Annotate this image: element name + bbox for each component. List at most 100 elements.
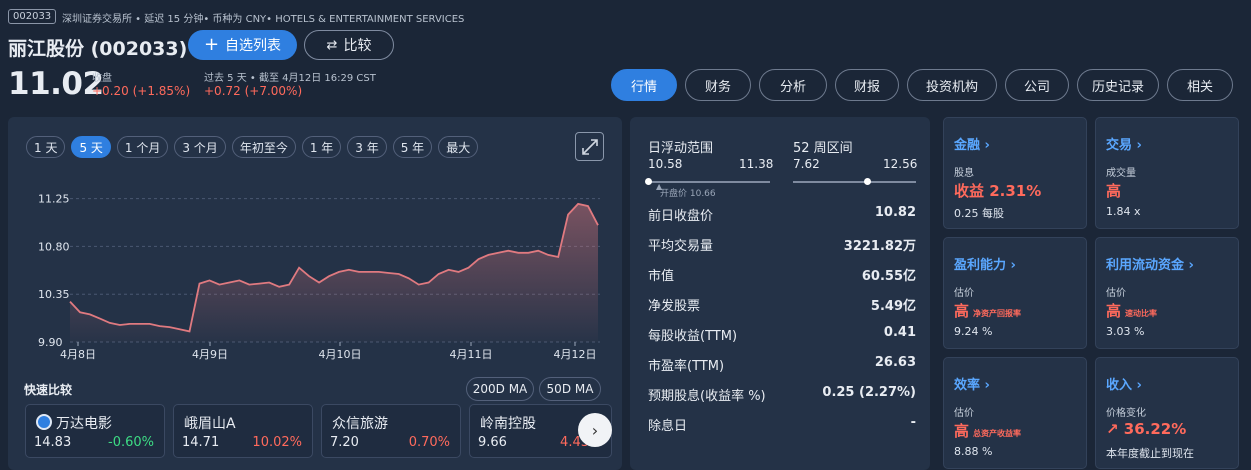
peer-price: 7.20 (330, 435, 359, 450)
card-revenue[interactable]: 收入 › 价格变化 ↗ 36.22% 本年度截止到现在 (1095, 357, 1239, 469)
card-subtitle: 成交量 (1106, 168, 1136, 179)
peer-change: 0.70% (408, 435, 450, 450)
card-foot: 9.24 % (954, 325, 993, 338)
day-range-marker (645, 178, 652, 185)
x-tick-label: 4月8日 (60, 348, 96, 361)
tab-related[interactable]: 相关 (1167, 69, 1233, 101)
card-title: 金融 › (954, 138, 990, 153)
week52-marker (864, 178, 871, 185)
quick-compare-title: 快速比较 (24, 383, 73, 397)
range-selector: 1 天 5 天 1 个月 3 个月 年初至今 1 年 3 年 5 年 最大 (26, 136, 479, 158)
x-tick-label: 4月11日 (450, 348, 493, 361)
card-foot: 8.88 % (954, 445, 993, 458)
range-max[interactable]: 最大 (438, 136, 479, 158)
range-3m[interactable]: 3 个月 (174, 136, 226, 158)
card-foot: 1.84 x (1106, 205, 1141, 218)
add-to-watchlist-button[interactable]: + 自选列表 (188, 30, 297, 60)
peer-name: 峨眉山A (184, 416, 236, 432)
week52-high: 12.56 (883, 157, 918, 171)
peer-name: 岭南控股 (480, 416, 536, 432)
y-tick-label: 11.25 (38, 193, 70, 206)
card-subtitle: 价格变化 (1106, 408, 1146, 419)
range-1y[interactable]: 1 年 (301, 136, 342, 158)
chevron-right-icon: › (591, 420, 599, 440)
expand-icon (581, 138, 598, 155)
next-peers-button[interactable]: › (578, 413, 612, 447)
x-tick-label: 4月12日 (554, 348, 597, 361)
stat-dividend: 预期股息(收益率 %) 0.25 (2.27%) (648, 385, 916, 404)
range-3y[interactable]: 3 年 (347, 136, 387, 158)
card-value: 高 (1106, 182, 1122, 200)
day-low: 10.58 (648, 157, 683, 171)
card-value: 高净资产回报率 (954, 302, 1022, 320)
x-tick-label: 4月10日 (319, 348, 362, 361)
day-range-bar (648, 181, 770, 183)
company-logo-icon (36, 414, 52, 430)
expand-chart-button[interactable] (575, 132, 604, 161)
tab-analysis[interactable]: 分析 (759, 69, 827, 101)
close-change: +0.20 (+1.85%) (92, 84, 191, 98)
peer-change: 10.02% (252, 435, 302, 450)
peer-name: 万达电影 (36, 413, 112, 433)
card-subtitle: 股息 (954, 168, 974, 179)
stat-pe: 市盈率(TTM) 26.63 (648, 355, 916, 374)
card-value: 收益 2.31% (954, 182, 1042, 200)
swap-arrows-icon: ⇄ (326, 37, 338, 53)
week52-bar (793, 181, 916, 183)
tab-financials[interactable]: 财务 (685, 69, 751, 101)
card-value: 高总资产收益率 (954, 422, 1022, 440)
watchlist-button-label: 自选列表 (225, 38, 282, 54)
current-price: 11.02 (8, 66, 104, 102)
stat-avg-volume: 平均交易量 3221.82万 (648, 239, 916, 254)
week52-low: 7.62 (793, 157, 820, 171)
card-efficiency[interactable]: 效率 › 估价 高总资产收益率 8.88 % (943, 357, 1087, 469)
tab-institutions[interactable]: 投资机构 (907, 69, 997, 101)
card-subtitle: 估价 (954, 288, 974, 299)
range-5d[interactable]: 5 天 (71, 136, 111, 158)
peer-price: 14.71 (182, 435, 220, 450)
price-chart[interactable]: 11.2510.8010.359.90 4月8日 4月9日 4月10日 4月11日 4月… (20, 180, 610, 365)
stat-shares: 净发股票 5.49亿 (648, 299, 916, 314)
section-tabs: 行情 财务 分析 财报 投资机构 公司 历史记录 相关 (611, 69, 1233, 101)
range-5y[interactable]: 5 年 (392, 136, 433, 158)
y-axis: 11.25 10.80 10.35 9.90 (38, 193, 70, 349)
price-area (70, 203, 598, 342)
card-foot: 3.03 % (1106, 325, 1145, 338)
peer-card[interactable]: 峨眉山A 14.71 10.02% (173, 404, 313, 458)
card-foot: 0.25 每股 (954, 207, 1004, 220)
peer-card[interactable]: 万达电影 14.83 -0.60% (25, 404, 165, 458)
plus-icon: + (203, 34, 220, 55)
card-profitability[interactable]: 盈利能力 › 估价 高净资产回报率 9.24 % (943, 237, 1087, 349)
period-change: +0.72 (+7.00%) (204, 84, 303, 98)
range-1d[interactable]: 1 天 (26, 136, 66, 158)
week52-label: 52 周区间 (793, 141, 853, 156)
x-axis: 4月8日 4月9日 4月10日 4月11日 4月12日 (60, 342, 597, 361)
ma200-button[interactable]: 200D MA (466, 377, 534, 401)
peer-price: 9.66 (478, 435, 507, 450)
card-title: 效率 › (954, 378, 990, 393)
peer-price: 14.83 (34, 435, 72, 450)
range-ytd[interactable]: 年初至今 (231, 136, 296, 158)
peer-change: -0.60% (108, 435, 154, 450)
peer-card[interactable]: 众信旅游 7.20 0.70% (321, 404, 461, 458)
stat-market-cap: 市值 60.55亿 (648, 269, 916, 284)
y-tick-label: 10.35 (38, 288, 70, 301)
exchange-info: 深圳证券交易所 • 延迟 15 分钟• 币种为 CNY• HOTELS & EN… (62, 14, 465, 25)
card-liquidity[interactable]: 利用流动资金 › 估价 高速动比率 3.03 % (1095, 237, 1239, 349)
ma50-button[interactable]: 50D MA (539, 377, 601, 401)
x-tick-label: 4月9日 (192, 348, 228, 361)
caret-up-icon: ▲ (656, 182, 663, 191)
tab-history[interactable]: 历史记录 (1077, 69, 1159, 101)
range-1m[interactable]: 1 个月 (116, 136, 169, 158)
page-title: 丽江股份 (002033) (8, 38, 188, 60)
y-tick-label: 10.80 (38, 240, 70, 253)
compare-button[interactable]: ⇄ 比较 (304, 30, 394, 60)
period-label: 过去 5 天 • 截至 4月12日 16:29 CST (204, 73, 376, 84)
card-finance[interactable]: 金融 › 股息 收益 2.31% 0.25 每股 (943, 117, 1087, 229)
tab-quote[interactable]: 行情 (611, 69, 677, 101)
card-title: 收入 › (1106, 378, 1142, 393)
tab-earnings[interactable]: 财报 (835, 69, 899, 101)
y-tick-label: 9.90 (38, 336, 63, 349)
card-trading[interactable]: 交易 › 成交量 高 1.84 x (1095, 117, 1239, 229)
tab-company[interactable]: 公司 (1005, 69, 1069, 101)
